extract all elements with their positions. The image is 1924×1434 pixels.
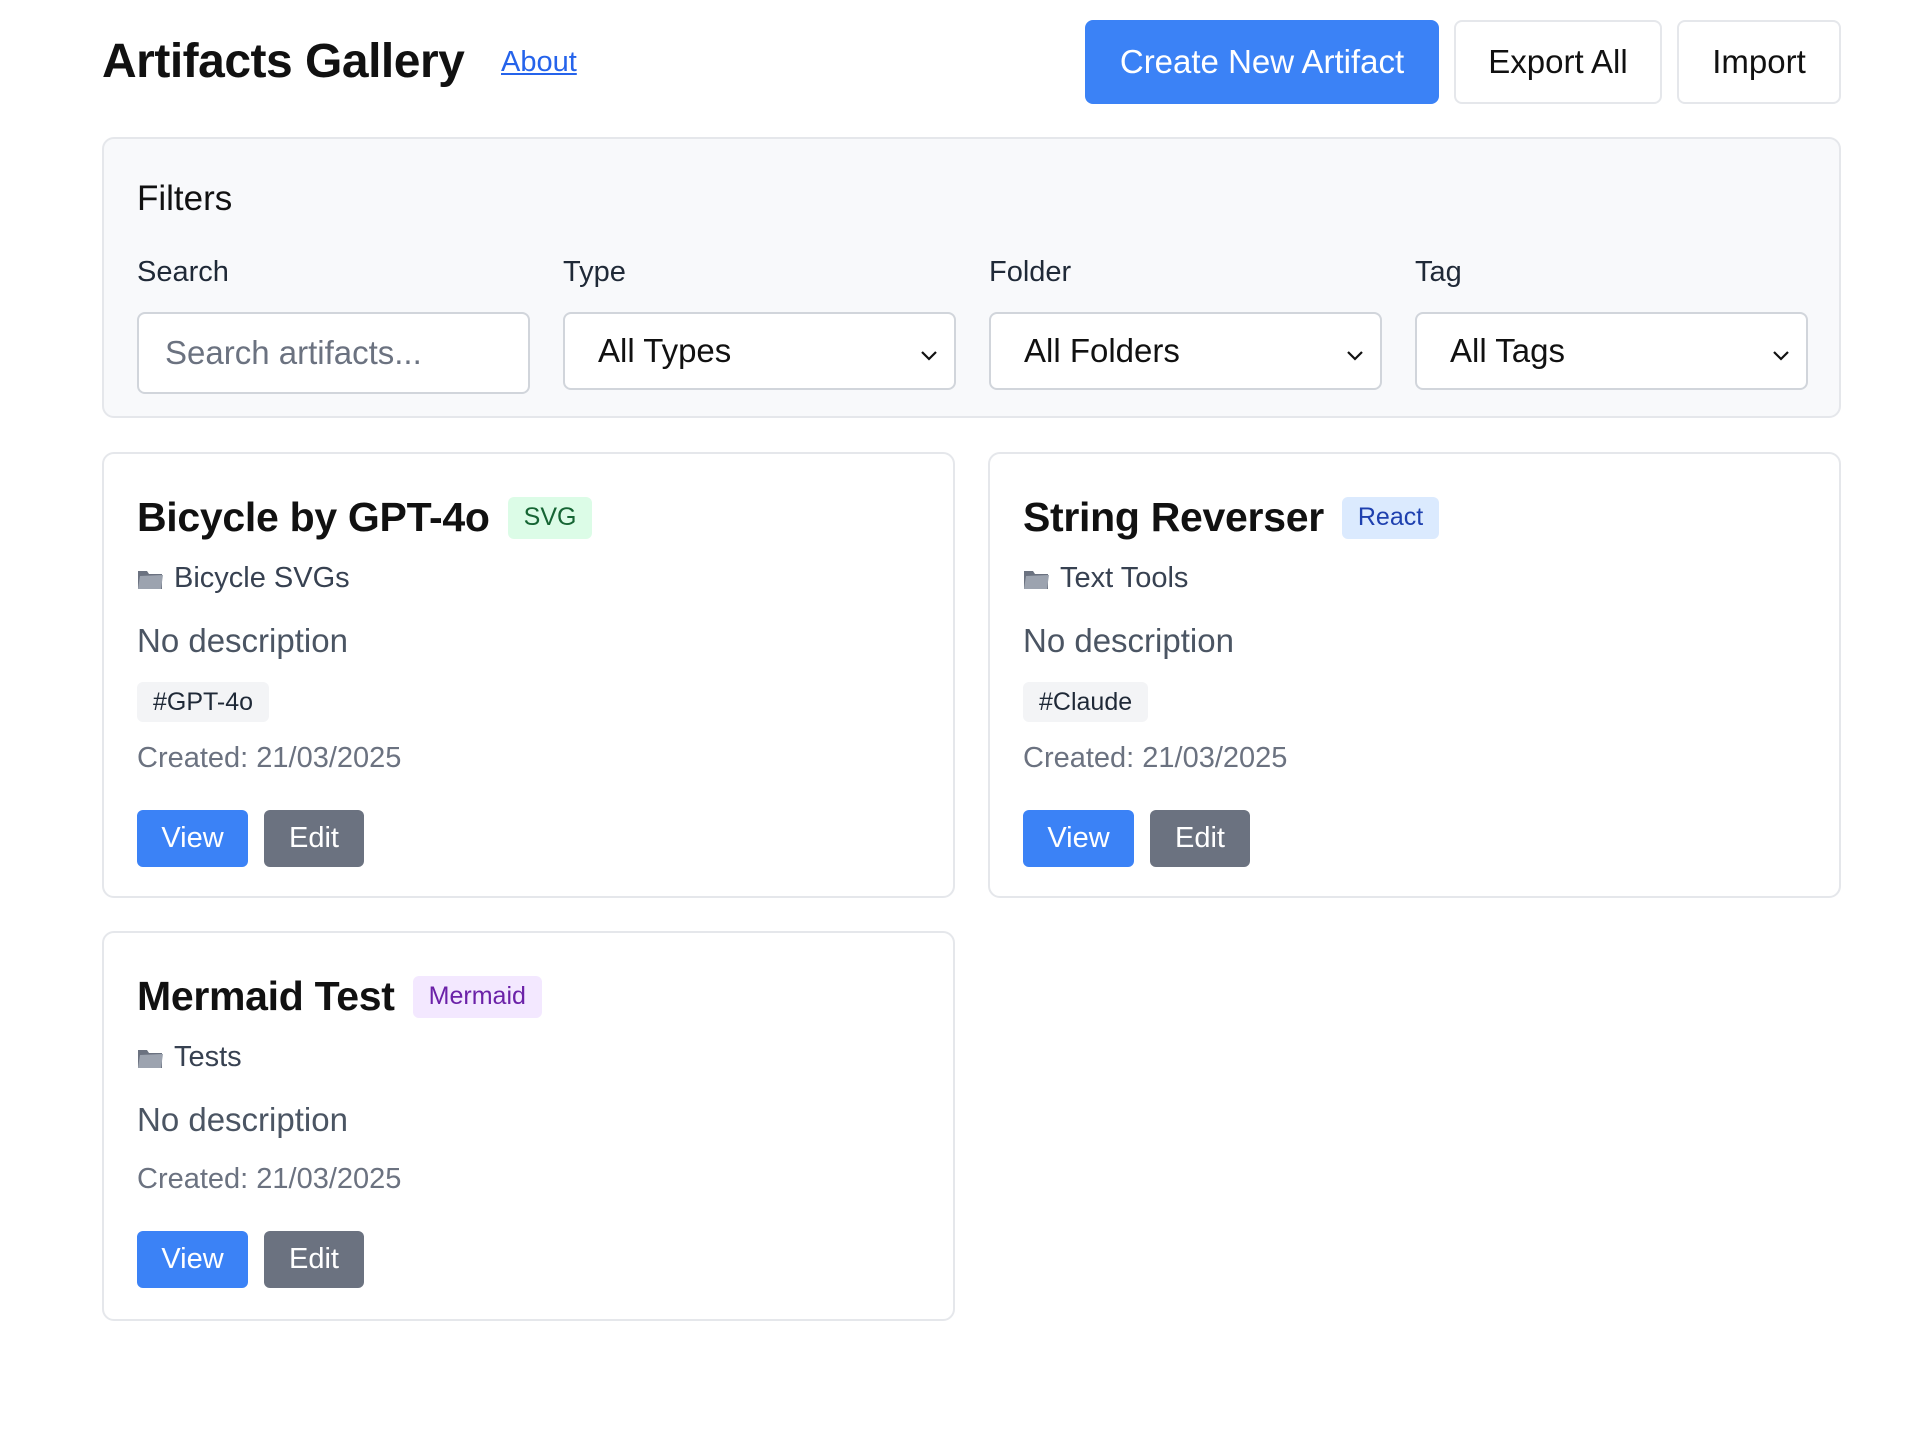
type-badge: Mermaid: [412, 975, 542, 1018]
folder-select-value: All Folders: [1024, 332, 1180, 369]
artifact-tag[interactable]: #Claude: [1023, 682, 1149, 722]
artifacts-gallery-page: Artifacts Gallery About Create New Artif…: [0, 0, 1924, 1434]
view-button[interactable]: View: [137, 810, 248, 867]
created-date: Created: 21/03/2025: [137, 742, 402, 774]
search-filter: Search Search artifacts...: [137, 256, 530, 394]
folder-icon: [138, 1049, 163, 1068]
artifact-title: String Reverser: [1023, 494, 1324, 540]
type-label: Type: [563, 256, 626, 288]
artifact-card: Bicycle by GPT-4o SVG Bicycle SVGs No de…: [102, 452, 955, 898]
tag-select[interactable]: All Tags: [1415, 312, 1808, 390]
about-link[interactable]: About: [501, 46, 577, 79]
artifact-title: Mermaid Test: [137, 973, 395, 1019]
type-select-value: All Types: [598, 332, 732, 369]
folder-name: Text Tools: [1060, 562, 1189, 594]
search-input[interactable]: Search artifacts...: [137, 312, 530, 394]
artifact-folder: Bicycle SVGs: [137, 562, 350, 595]
chevron-down-icon: [1347, 351, 1363, 361]
folder-name: Tests: [174, 1041, 242, 1073]
create-new-artifact-button[interactable]: Create New Artifact: [1085, 20, 1439, 104]
view-button[interactable]: View: [137, 1231, 248, 1288]
search-placeholder: Search artifacts...: [165, 334, 422, 371]
folder-icon: [138, 570, 163, 589]
artifact-description: No description: [137, 1101, 348, 1138]
folder-filter: Folder All Folders: [989, 256, 1382, 390]
artifact-card: String Reverser React Text Tools No desc…: [988, 452, 1841, 898]
card-title-row: Mermaid Test Mermaid: [137, 973, 542, 1020]
folder-select[interactable]: All Folders: [989, 312, 1382, 390]
header: Artifacts Gallery About Create New Artif…: [102, 20, 1841, 106]
chevron-down-icon: [1773, 351, 1789, 361]
tag-label: Tag: [1415, 256, 1462, 288]
filters-panel: Filters Search Search artifacts... Type …: [102, 137, 1841, 418]
type-filter: Type All Types: [563, 256, 956, 390]
folder-icon: [1024, 570, 1049, 589]
artifact-card: Mermaid Test Mermaid Tests No descriptio…: [102, 931, 955, 1321]
artifact-tag[interactable]: #GPT-4o: [137, 682, 270, 722]
folder-label: Folder: [989, 256, 1072, 288]
edit-button[interactable]: Edit: [264, 1231, 364, 1288]
folder-name: Bicycle SVGs: [174, 562, 350, 594]
artifact-title: Bicycle by GPT-4o: [137, 494, 490, 540]
import-button[interactable]: Import: [1677, 20, 1841, 104]
type-select[interactable]: All Types: [563, 312, 956, 390]
view-button[interactable]: View: [1023, 810, 1134, 867]
created-date: Created: 21/03/2025: [1023, 742, 1288, 774]
tag-filter: Tag All Tags: [1415, 256, 1808, 390]
tag-select-value: All Tags: [1450, 332, 1565, 369]
export-all-button[interactable]: Export All: [1454, 20, 1662, 104]
card-title-row: String Reverser React: [1023, 494, 1440, 541]
artifact-folder: Tests: [137, 1041, 242, 1074]
artifact-description: No description: [137, 622, 348, 659]
filters-title: Filters: [137, 179, 233, 218]
page-title: Artifacts Gallery: [102, 35, 465, 88]
search-label: Search: [137, 256, 229, 288]
chevron-down-icon: [921, 351, 937, 361]
edit-button[interactable]: Edit: [1150, 810, 1250, 867]
card-title-row: Bicycle by GPT-4o SVG: [137, 494, 593, 541]
artifact-folder: Text Tools: [1023, 562, 1188, 595]
type-badge: SVG: [507, 496, 593, 539]
artifact-description: No description: [1023, 622, 1234, 659]
edit-button[interactable]: Edit: [264, 810, 364, 867]
created-date: Created: 21/03/2025: [137, 1163, 402, 1195]
type-badge: React: [1341, 496, 1440, 539]
